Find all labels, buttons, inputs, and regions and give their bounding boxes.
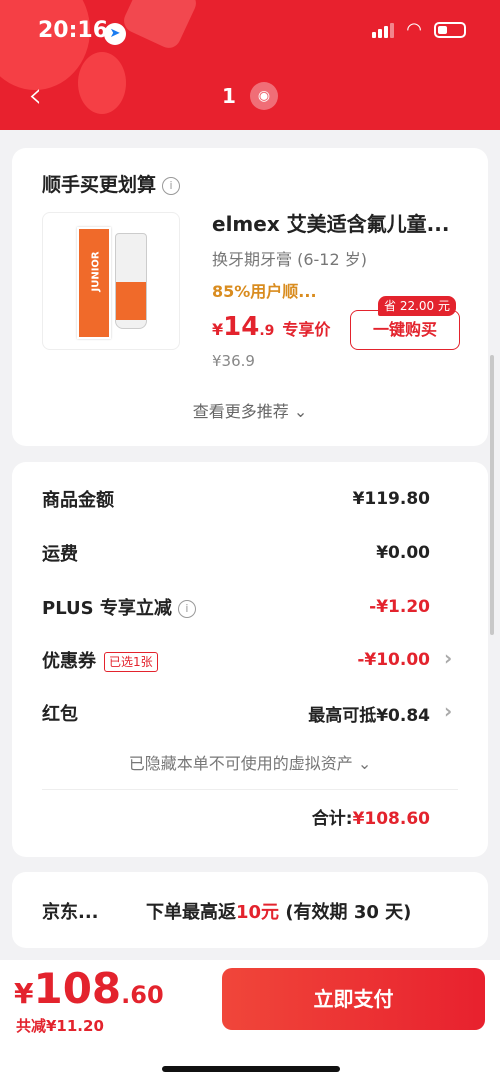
summary-row-coupon[interactable]: 优惠券 已选1张 -¥10.00 <box>42 645 430 675</box>
product-tube-image <box>115 233 147 329</box>
divider <box>42 789 458 790</box>
summary-row-redpacket[interactable]: 红包 最高可抵¥0.84 <box>42 698 430 728</box>
rebate-text: 下单最高返10元 (有效期 30 天) <box>146 902 412 923</box>
coupon-selected-tag: 已选1张 <box>104 652 158 672</box>
location-arrow-icon: ➤ <box>104 23 126 45</box>
product-image[interactable]: JUNIOR <box>42 212 180 350</box>
order-summary-card: 商品金额 ¥119.80 运费 ¥0.00 PLUS 专享立减 i -¥1.20 … <box>12 462 488 857</box>
info-icon[interactable]: i <box>177 600 196 618</box>
rebate-name: 京东... <box>42 902 99 923</box>
star-decoration <box>120 0 200 52</box>
chevron-down-icon: ⌄ <box>357 754 372 773</box>
info-icon[interactable]: i <box>162 176 181 195</box>
summary-row-shipping: 运费 ¥0.00 <box>42 543 430 565</box>
summary-row-goods: 商品金额 ¥119.80 <box>42 489 430 511</box>
balloon-decoration <box>0 0 90 90</box>
cellular-signal-icon <box>372 22 395 38</box>
chevron-down-icon: ⌄ <box>293 402 308 421</box>
balloon-decoration <box>78 52 126 114</box>
wifi-icon: ◠ <box>406 19 422 40</box>
recommend-title-text: 顺手买更划算 <box>42 174 157 196</box>
header: 20:16 ➤ ◠ ‹ 1 ◉ <box>0 0 500 130</box>
pay-now-button[interactable]: 立即支付 <box>222 968 485 1030</box>
chevron-right-icon[interactable]: › <box>444 699 452 723</box>
price-tag: 专享价 <box>282 320 331 339</box>
summary-row-plus: PLUS 专享立减 i -¥1.20 <box>42 597 430 619</box>
bottom-pay-bar: ¥108.60 共减¥11.20 立即支付 <box>0 960 500 1083</box>
one-click-buy-button[interactable]: 一键购买 <box>350 310 460 350</box>
product-subtitle: 换牙期牙膏 (6-12 岁) <box>212 250 367 269</box>
recommend-title: 顺手买更划算 i <box>42 170 181 197</box>
location-pin-icon[interactable]: ◉ <box>250 82 278 110</box>
status-time: 20:16 <box>38 18 109 43</box>
product-rating: 85%用户顺... <box>212 282 317 301</box>
pay-amount: ¥108.60 <box>14 964 164 1013</box>
more-recommendations-link[interactable]: 查看更多推荐 ⌄ <box>12 398 488 422</box>
scrollbar[interactable] <box>490 355 494 635</box>
save-badge: 省 22.00 元 <box>378 296 456 316</box>
product-name[interactable]: elmex 艾美适含氟儿童... <box>212 208 449 237</box>
product-box-image: JUNIOR <box>77 227 111 339</box>
battery-icon <box>434 22 466 38</box>
original-price: ¥36.9 <box>212 352 255 370</box>
home-indicator[interactable] <box>162 1066 340 1072</box>
back-button[interactable]: ‹ <box>28 78 42 114</box>
chevron-right-icon[interactable]: › <box>444 646 452 670</box>
order-total: 合计:¥108.60 <box>311 809 430 829</box>
nav-step-count: 1 <box>222 84 236 108</box>
status-icons: ◠ <box>372 19 466 40</box>
rebate-card: 京东... 下单最高返10元 (有效期 30 天) <box>12 872 488 948</box>
hidden-assets-toggle[interactable]: 已隐藏本单不可使用的虚拟资产 ⌄ <box>12 750 488 774</box>
product-price: ¥14.9 专享价 <box>212 312 331 342</box>
total-saved: 共减¥11.20 <box>16 1017 104 1035</box>
recommend-card: 顺手买更划算 i JUNIOR elmex 艾美适含氟儿童... 换牙期牙膏 (6… <box>12 148 488 446</box>
